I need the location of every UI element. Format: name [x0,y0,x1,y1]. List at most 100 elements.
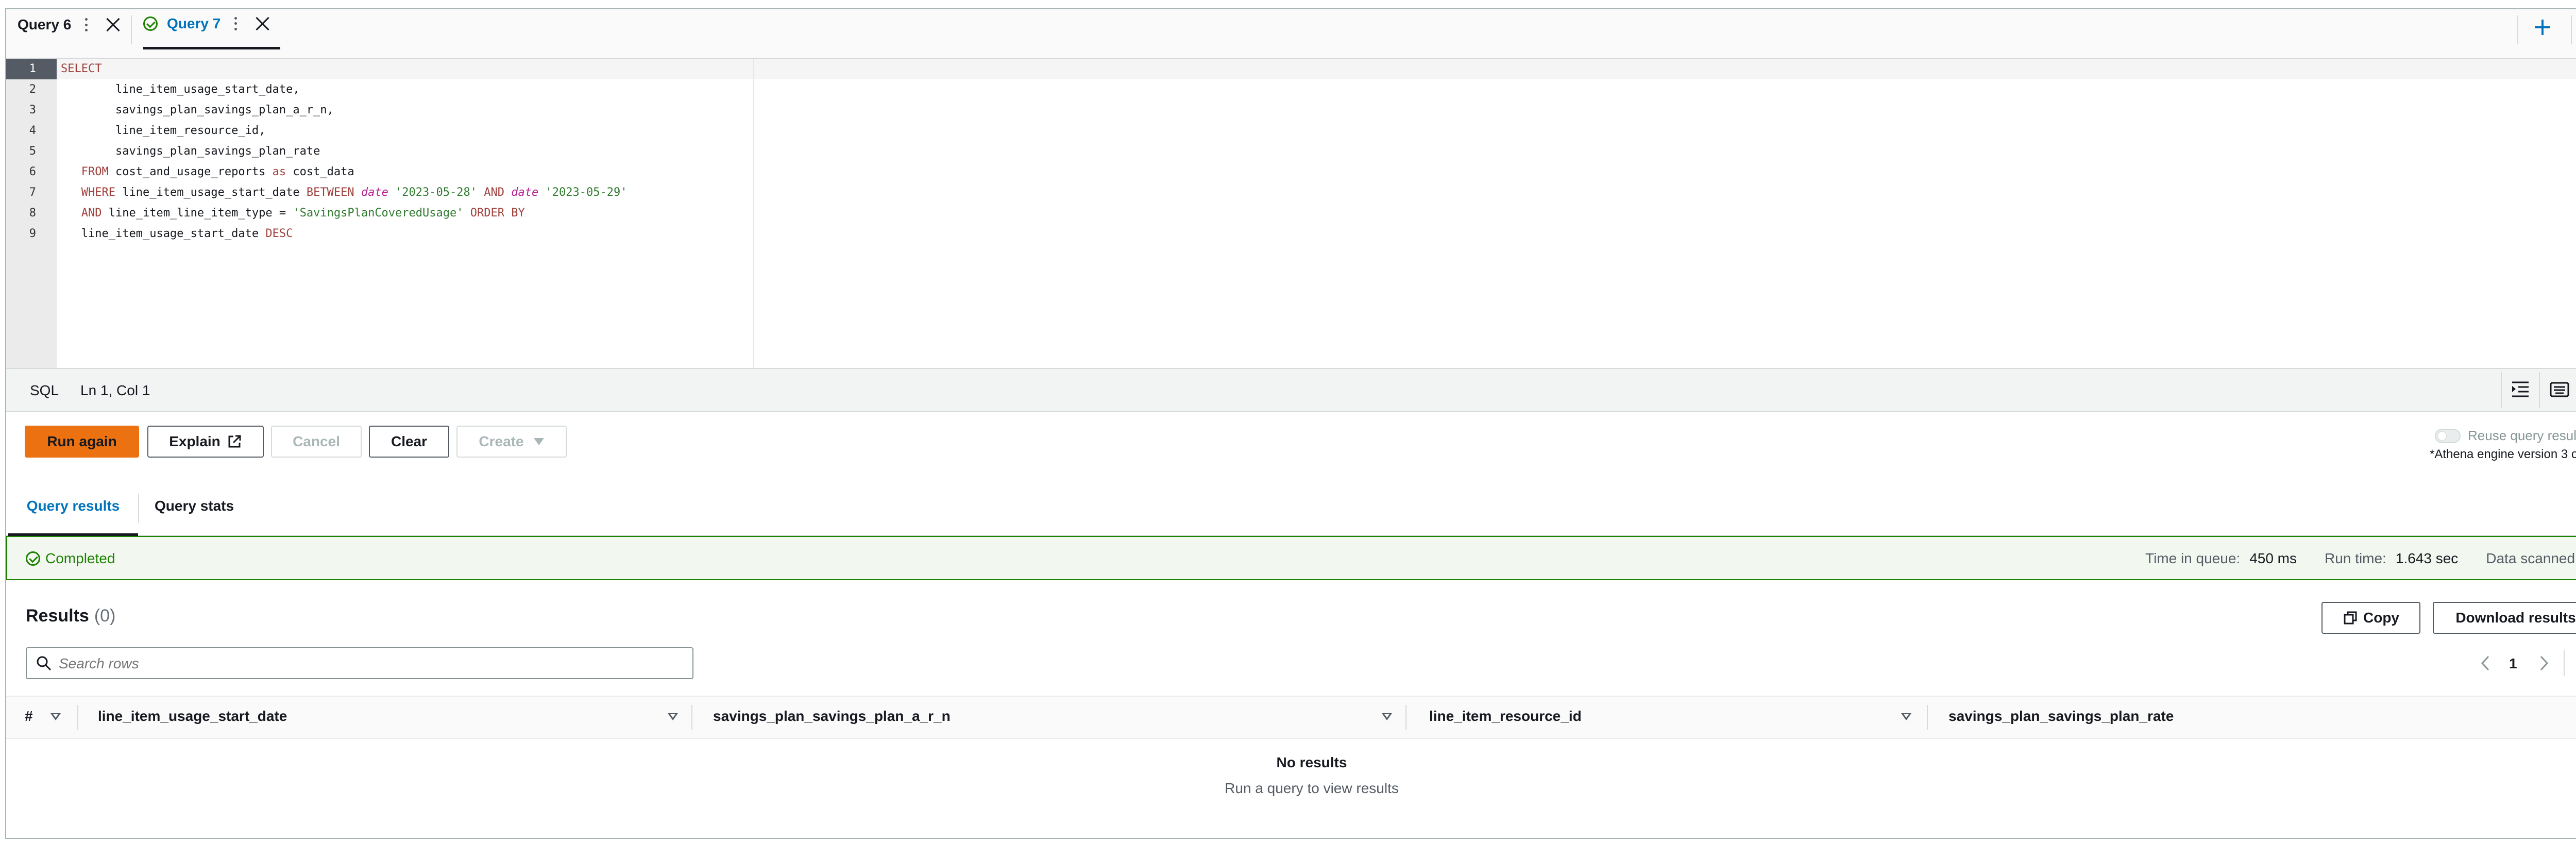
code-text: cost_data [286,165,354,178]
success-check-icon [143,16,158,31]
cancel-button[interactable]: Cancel [271,426,362,458]
column-resizer[interactable] [1405,705,1406,730]
line-number: 8 [29,207,36,220]
tab-menu-icon[interactable] [232,16,239,30]
create-button[interactable]: Create [456,426,567,458]
sort-icon[interactable] [668,713,678,720]
tab-query-results[interactable]: Query results [8,493,138,536]
data-scanned-label: Data scanned: [2486,550,2576,566]
pagination-divider [2564,650,2565,676]
run-time-value: 1.643 sec [2395,550,2459,566]
format-query-button[interactable] [2511,380,2530,399]
run-again-button[interactable]: Run again [25,426,139,458]
column-header-savings-plan-rate[interactable]: savings_plan_savings_plan_rate [1948,708,2174,725]
column-resizer[interactable] [1927,705,1928,730]
search-rows-field[interactable] [26,647,693,679]
tab-query-stats[interactable]: Query stats [155,498,234,529]
sql-string: '2023-05-29' [545,186,628,199]
tab-query-6[interactable]: Query 6 [18,0,121,49]
code-line: AND line_item_line_item_type = 'SavingsP… [61,203,525,224]
cursor-position: Ln 1, Col 1 [80,382,150,398]
print-margin [753,59,754,368]
create-label: Create [479,433,524,449]
sql-keyword: BETWEEN [306,186,354,199]
tab-label: Query results [26,498,120,514]
sort-icon[interactable] [1901,713,1911,720]
sql-keyword: DESC [265,227,293,240]
code-text: line_item_line_item_type = [101,207,293,220]
line-number: 4 [29,124,36,137]
copy-button[interactable]: Copy [2321,602,2420,634]
results-tab-bar [6,479,2576,536]
column-header-start-date[interactable]: line_item_usage_start_date [98,708,287,725]
column-header-savings-plan-arn[interactable]: savings_plan_savings_plan_a_r_n [713,708,951,725]
code-text: line_item_usage_start_date [115,186,307,199]
line-number: 1 [6,59,57,79]
line-number: 2 [29,83,36,96]
tab-label: Query 7 [167,15,221,31]
queue-time-value: 450 ms [2249,550,2297,566]
code-line: line_item_usage_start_date DESC [61,224,293,244]
sql-keyword: WHERE [81,186,115,199]
sql-keyword: AND [81,207,102,220]
tab-divider [138,494,139,523]
empty-title: No results [1276,754,1347,770]
code-line: savings_plan_savings_plan_a_r_n, [61,104,334,116]
sort-icon[interactable] [50,713,61,720]
explain-button[interactable]: Explain [147,426,264,458]
search-input[interactable] [59,653,677,674]
line-number: 6 [29,165,36,178]
tab-divider [131,15,132,44]
column-header-index[interactable]: # [25,708,33,725]
column-header-resource-id[interactable]: line_item_resource_id [1429,708,1582,725]
sort-icon[interactable] [1382,713,1392,720]
current-page[interactable]: 1 [2509,655,2517,672]
line-number: 7 [29,186,36,199]
run-time-label: Run time: [2325,550,2386,566]
sql-keyword: ORDER BY [470,207,525,220]
empty-subtitle: Run a query to view results [1225,780,1399,796]
results-count: (0) [94,606,116,626]
code-line: line_item_resource_id, [61,124,266,137]
query-metrics: Time in queue: 450 ms Run time: 1.643 se… [2145,550,2576,567]
add-query-tab-button[interactable] [2534,19,2551,36]
previous-page-button[interactable] [2478,654,2494,672]
tab-menu-icon[interactable] [82,18,90,31]
toolbar-divider [2501,372,2502,408]
sql-string: '2023-05-28' [395,186,478,199]
tab-divider [2571,15,2572,44]
editor-status-bar [6,368,2576,412]
close-icon[interactable] [255,16,270,31]
download-results-button[interactable]: Download results [2433,602,2576,634]
line-number: 9 [29,227,36,240]
plus-icon [2535,20,2550,35]
tab-label: Query 6 [18,16,72,32]
code-text: line_item_usage_start_date [81,227,266,240]
tab-label: Query stats [155,498,234,514]
copy-label: Copy [2363,610,2399,626]
results-heading: Results (0) [26,606,115,626]
results-title: Results [26,606,89,626]
explain-label: Explain [169,433,221,449]
sql-keyword: as [272,165,286,178]
language-label: SQL [30,382,59,398]
close-icon[interactable] [105,17,121,32]
shortcuts-button[interactable] [2549,380,2570,399]
column-resizer[interactable] [77,705,78,730]
engine-version-note: *Athena engine version 3 only [2430,447,2576,461]
queue-time-label: Time in queue: [2145,550,2241,566]
tab-divider [2517,15,2518,44]
copy-icon [2344,611,2357,625]
tab-query-7[interactable]: Query 7 [143,0,281,49]
reuse-results-toggle[interactable] [2435,429,2461,443]
sql-keyword: AND [484,186,505,199]
active-line-highlight [57,59,2576,79]
column-resizer[interactable] [691,705,692,730]
caret-down-icon [533,438,544,445]
query-tab-bar [6,9,2576,59]
keyboard-icon [2550,382,2569,397]
toolbar-divider [2539,372,2540,408]
clear-button[interactable]: Clear [369,426,449,458]
next-page-button[interactable] [2536,654,2551,672]
sql-type: date [361,186,388,199]
